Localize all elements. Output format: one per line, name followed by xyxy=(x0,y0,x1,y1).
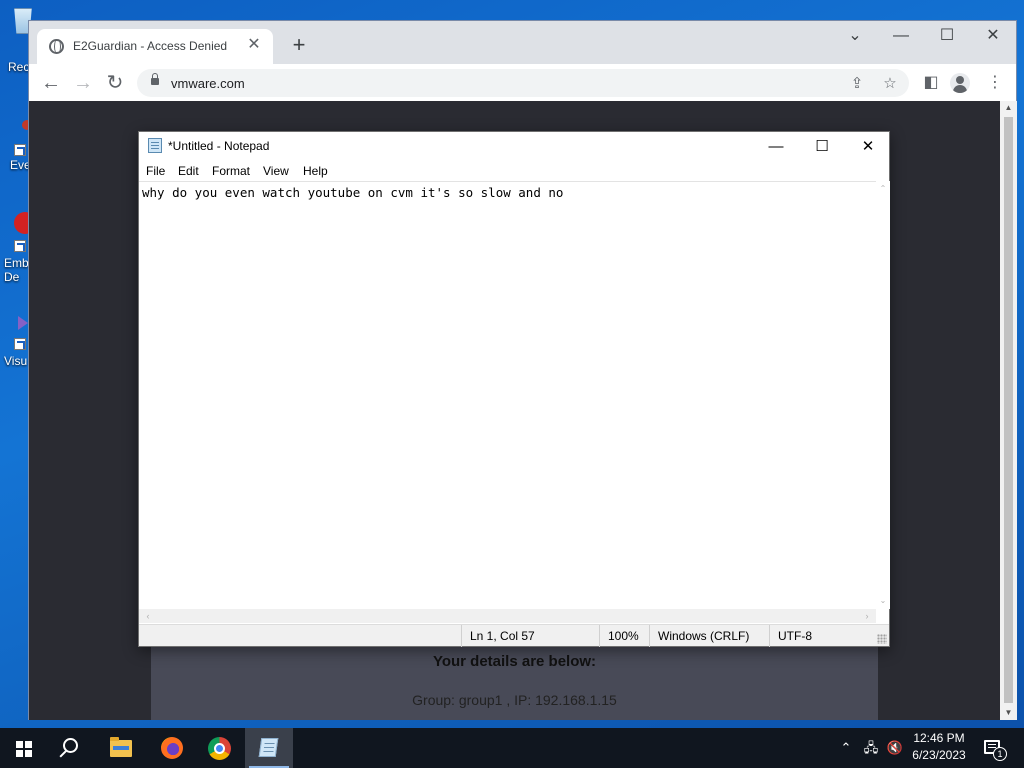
bookmark-star-icon[interactable]: ☆ xyxy=(880,74,900,94)
start-button[interactable] xyxy=(0,728,48,768)
notepad-close-button[interactable]: ✕ xyxy=(845,132,891,161)
scroll-down-icon[interactable]: ⌄ xyxy=(876,595,890,607)
minimize-button[interactable]: — xyxy=(878,21,924,51)
network-icon[interactable]: 🖧 xyxy=(860,728,882,768)
browser-toolbar: ← → ↻ vmware.com ⇪ ☆ ◧ ⋮ xyxy=(29,64,1016,101)
details-heading: Your details are below: xyxy=(432,653,597,670)
notepad-statusbar: Ln 1, Col 57 100% Windows (CRLF) UTF-8 xyxy=(139,624,889,647)
notepad-icon xyxy=(148,138,162,153)
taskbar-clock[interactable]: 12:46 PM 6/23/2023 xyxy=(908,730,970,766)
shortcut-arrow-icon xyxy=(14,240,26,252)
share-icon[interactable]: ⇪ xyxy=(847,74,867,94)
scroll-right-icon[interactable]: › xyxy=(860,609,874,623)
status-position: Ln 1, Col 57 xyxy=(461,625,599,647)
desktop-icon-label: Emb De xyxy=(4,256,29,284)
taskbar-notepad[interactable] xyxy=(245,728,293,768)
menu-view[interactable]: View xyxy=(263,164,289,178)
status-line-ending: Windows (CRLF) xyxy=(649,625,769,647)
volume-muted-icon[interactable]: 🔇 xyxy=(884,728,906,768)
visual-studio-icon xyxy=(18,316,28,330)
tab-title: E2Guardian - Access Denied xyxy=(73,39,228,53)
profile-avatar-icon[interactable] xyxy=(950,73,970,93)
notepad-window: *Untitled - Notepad — ☐ ✕ File Edit Form… xyxy=(138,131,890,647)
maximize-button[interactable]: ☐ xyxy=(924,21,970,51)
tab-search-chevron-icon[interactable]: ⌄ xyxy=(832,21,878,51)
status-zoom: 100% xyxy=(599,625,649,647)
url-text[interactable]: vmware.com xyxy=(171,76,245,91)
editor-vertical-scrollbar[interactable]: ⌃ ⌄ xyxy=(876,181,890,609)
tray-chevron-up-icon[interactable]: ⌃ xyxy=(836,728,856,768)
taskbar-search-button[interactable] xyxy=(48,728,96,768)
menu-file[interactable]: File xyxy=(146,164,165,178)
taskbar: ⌃ 🖧 🔇 12:46 PM 6/23/2023 1 xyxy=(0,728,1024,768)
status-encoding: UTF-8 xyxy=(769,625,879,647)
text-editor[interactable]: why do you even watch youtube on cvm it'… xyxy=(139,181,876,609)
notepad-menubar: File Edit Format View Help xyxy=(139,161,889,181)
notepad-title: *Untitled - Notepad xyxy=(168,139,270,153)
shortcut-arrow-icon xyxy=(14,144,26,156)
page-scrollbar[interactable]: ▲ ▼ xyxy=(1000,101,1017,720)
scroll-thumb[interactable] xyxy=(1004,117,1013,703)
globe-icon xyxy=(49,39,64,54)
notification-badge: 1 xyxy=(993,747,1007,761)
desktop-icon-label: Rec xyxy=(8,60,30,74)
browser-tab[interactable]: E2Guardian - Access Denied ✕ xyxy=(37,29,273,64)
tab-strip: E2Guardian - Access Denied ✕ + ⌄ — ☐ ✕ xyxy=(29,21,1016,64)
taskbar-file-explorer[interactable] xyxy=(98,728,146,768)
scroll-up-icon[interactable]: ⌃ xyxy=(876,183,890,195)
file-explorer-icon xyxy=(110,737,132,757)
scroll-up-icon[interactable]: ▲ xyxy=(1000,101,1017,115)
scroll-left-icon[interactable]: ‹ xyxy=(141,609,155,623)
close-window-button[interactable]: ✕ xyxy=(970,21,1016,51)
tab-close-icon[interactable]: ✕ xyxy=(245,36,263,54)
search-icon xyxy=(63,738,78,753)
side-panel-icon[interactable]: ◧ xyxy=(917,69,945,97)
kebab-menu-icon[interactable]: ⋮ xyxy=(981,69,1009,97)
back-arrow-icon[interactable]: ← xyxy=(37,69,65,97)
shortcut-arrow-icon xyxy=(14,338,26,350)
desktop-icon-label: Visu xyxy=(4,354,28,368)
firefox-icon xyxy=(161,737,183,759)
details-text: Group: group1 , IP: 192.168.1.15 xyxy=(412,692,617,708)
notepad-icon xyxy=(258,738,279,757)
scroll-down-icon[interactable]: ▼ xyxy=(1000,706,1017,720)
new-tab-button[interactable]: + xyxy=(287,33,311,57)
notepad-maximize-button[interactable]: ☐ xyxy=(799,132,845,161)
forward-arrow-icon[interactable]: → xyxy=(69,69,97,97)
menu-help[interactable]: Help xyxy=(303,164,328,178)
notepad-minimize-button[interactable]: — xyxy=(753,132,799,161)
reload-icon[interactable]: ↻ xyxy=(101,69,129,97)
taskbar-chrome[interactable] xyxy=(196,728,244,768)
menu-edit[interactable]: Edit xyxy=(178,164,199,178)
taskbar-firefox[interactable] xyxy=(148,728,196,768)
clock-date: 6/23/2023 xyxy=(912,748,966,762)
lock-icon[interactable] xyxy=(151,73,159,85)
clock-time: 12:46 PM xyxy=(913,731,965,745)
editor-horizontal-scrollbar[interactable]: ‹ › xyxy=(139,609,876,623)
notepad-titlebar[interactable]: *Untitled - Notepad — ☐ ✕ xyxy=(139,132,889,161)
windows-logo-icon xyxy=(16,741,32,757)
chrome-icon xyxy=(208,737,231,760)
address-bar[interactable]: vmware.com ⇪ ☆ xyxy=(137,69,909,97)
resize-grip-icon[interactable] xyxy=(877,634,887,644)
editor-text[interactable]: why do you even watch youtube on cvm it'… xyxy=(142,185,563,200)
menu-format[interactable]: Format xyxy=(212,164,250,178)
